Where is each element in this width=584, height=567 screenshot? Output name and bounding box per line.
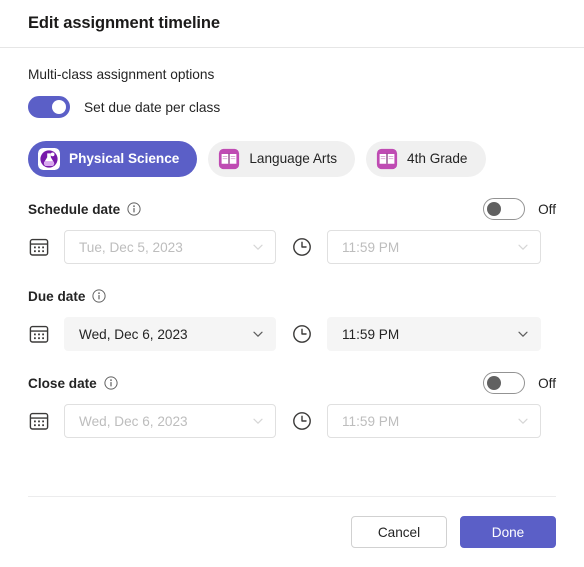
- close-time-value: 11:59 PM: [342, 413, 400, 429]
- schedule-date-row: Tue, Dec 5, 2023 11:59 PM: [28, 230, 556, 264]
- class-tab-4th-grade[interactable]: 4th Grade: [366, 141, 486, 177]
- set-due-date-per-class-label: Set due date per class: [84, 99, 221, 115]
- info-icon[interactable]: [104, 376, 118, 390]
- class-tab-language-arts[interactable]: Language Arts: [208, 141, 356, 177]
- chevron-down-icon: [253, 244, 263, 250]
- multi-class-section-label: Multi-class assignment options: [28, 67, 215, 82]
- due-time-input[interactable]: 11:59 PM: [327, 317, 541, 351]
- clock-icon: [293, 412, 311, 430]
- class-tab-label: 4th Grade: [407, 151, 468, 167]
- close-date-toggle-state: Off: [538, 375, 556, 391]
- schedule-date-toggle[interactable]: [483, 198, 526, 220]
- class-tab-label: Language Arts: [249, 151, 338, 167]
- page-title: Edit assignment timeline: [28, 14, 220, 32]
- info-icon[interactable]: [127, 202, 141, 216]
- close-date-value: Wed, Dec 6, 2023: [79, 413, 188, 429]
- dialog-header: Edit assignment timeline: [0, 0, 584, 48]
- chevron-down-icon: [518, 331, 528, 337]
- close-date-toggle[interactable]: [483, 372, 526, 394]
- due-date-header: Due date: [28, 286, 556, 306]
- due-date-row: Wed, Dec 6, 2023 11:59 PM: [28, 317, 556, 351]
- schedule-date-header: Schedule date Off: [28, 198, 556, 220]
- schedule-date-group: Schedule date Off Tue, Dec 5, 2023 11:59…: [28, 198, 556, 264]
- due-time-value: 11:59 PM: [342, 326, 400, 342]
- calendar-icon: [29, 325, 49, 343]
- schedule-date-label: Schedule date: [28, 201, 121, 217]
- info-icon[interactable]: [92, 289, 107, 303]
- chevron-down-icon: [253, 418, 263, 424]
- schedule-date-input: Tue, Dec 5, 2023: [64, 230, 276, 264]
- chevron-down-icon: [518, 418, 528, 424]
- chevron-down-icon: [518, 244, 528, 250]
- close-date-label: Close date: [28, 375, 97, 391]
- done-button[interactable]: Done: [460, 516, 556, 548]
- schedule-date-toggle-state: Off: [538, 201, 556, 217]
- due-date-value: Wed, Dec 6, 2023: [79, 326, 188, 342]
- class-tab-list: Physical Science Language Arts 4th Grade: [28, 141, 556, 177]
- open-book-icon: [219, 148, 240, 170]
- close-date-header: Close date Off: [28, 372, 556, 394]
- close-date-row: Wed, Dec 6, 2023 11:59 PM: [28, 404, 556, 438]
- set-due-date-per-class-row: Set due date per class: [28, 96, 556, 118]
- dialog-footer: Cancel Done: [0, 497, 584, 567]
- schedule-time-value: 11:59 PM: [342, 239, 400, 255]
- schedule-date-value: Tue, Dec 5, 2023: [79, 239, 183, 255]
- due-date-label: Due date: [28, 288, 86, 304]
- schedule-time-input: 11:59 PM: [327, 230, 541, 264]
- toggle-knob: [487, 376, 502, 390]
- set-due-date-per-class-toggle[interactable]: [28, 96, 70, 118]
- calendar-icon: [29, 238, 49, 256]
- close-time-input: 11:59 PM: [327, 404, 541, 438]
- open-book-icon: [376, 148, 398, 170]
- clock-icon: [293, 325, 311, 343]
- class-tab-label: Physical Science: [69, 151, 180, 167]
- calendar-icon: [29, 412, 49, 430]
- clock-icon: [293, 238, 311, 256]
- close-date-group: Close date Off Wed, Dec 6, 2023 11:59 PM: [28, 372, 556, 438]
- due-date-input[interactable]: Wed, Dec 6, 2023: [64, 317, 276, 351]
- science-flask-icon: [38, 148, 60, 170]
- toggle-knob: [52, 100, 66, 114]
- close-date-toggle-wrap: Off: [483, 372, 556, 394]
- chevron-down-icon: [253, 331, 263, 337]
- toggle-knob: [487, 202, 502, 216]
- class-tab-physical-science[interactable]: Physical Science: [28, 141, 198, 177]
- due-date-group: Due date Wed, Dec 6, 2023 11:59 PM: [28, 286, 556, 351]
- cancel-button[interactable]: Cancel: [351, 516, 447, 548]
- close-date-input: Wed, Dec 6, 2023: [64, 404, 276, 438]
- dialog-body: Multi-class assignment options Set due d…: [0, 67, 584, 438]
- schedule-date-toggle-wrap: Off: [483, 198, 556, 220]
